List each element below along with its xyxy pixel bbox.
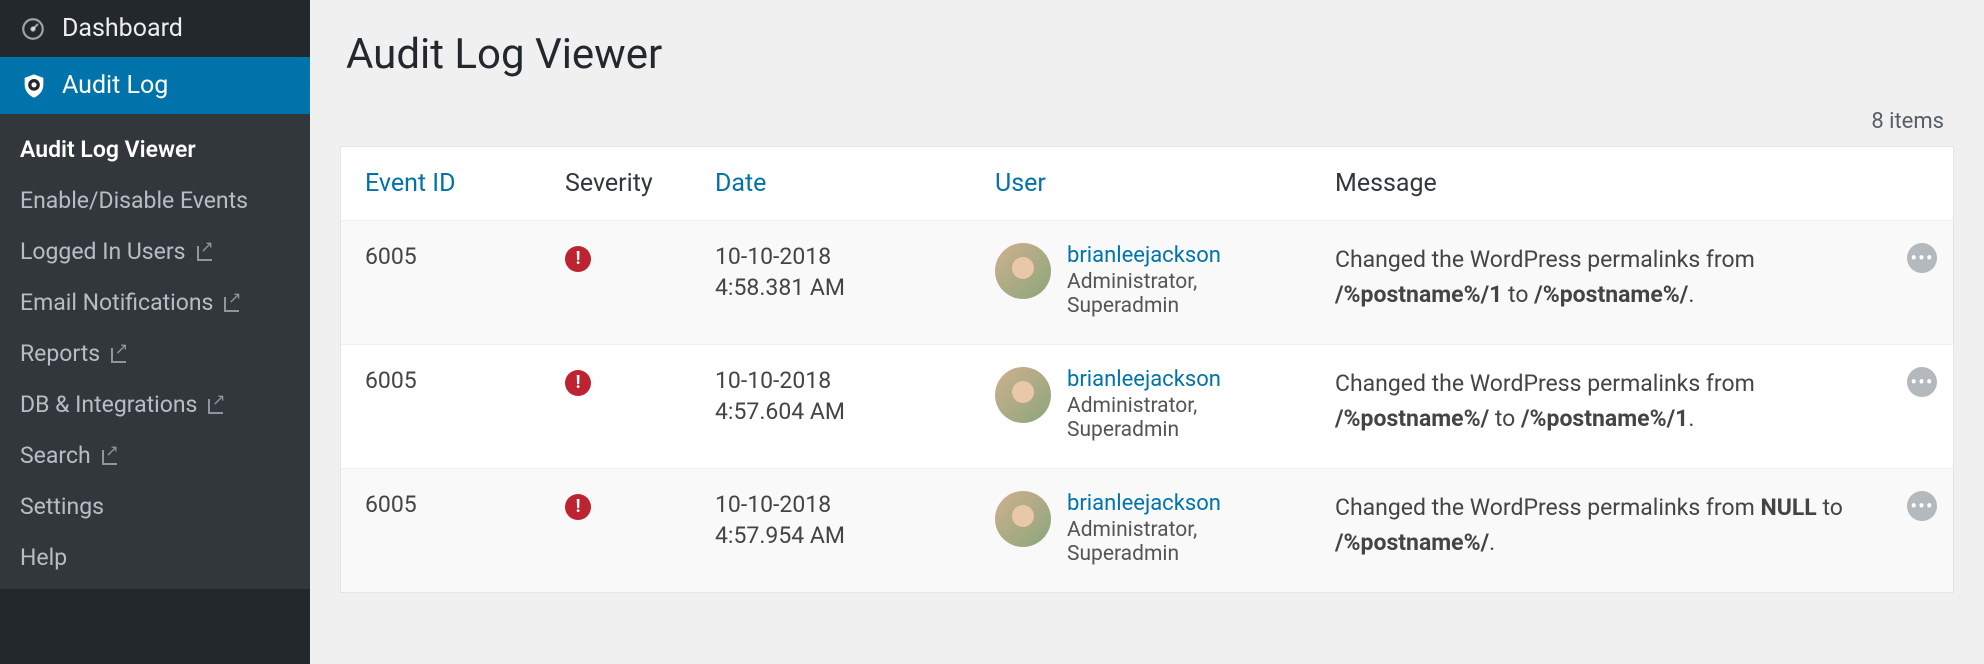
cell-actions: ••• (1883, 363, 1953, 401)
user-name-link[interactable]: brianleejackson (1067, 491, 1287, 516)
user-role: Administrator, Superadmin (1067, 394, 1287, 442)
cell-event-id: 6005 (341, 363, 541, 398)
sidebar-subitem-db-integrations[interactable]: DB & Integrations (0, 379, 310, 430)
sidebar-subitem-label: Settings (20, 493, 104, 520)
cell-user: brianleejacksonAdministrator, Superadmin (971, 363, 1311, 446)
external-link-icon (108, 345, 126, 363)
sidebar-subitem-label: Enable/Disable Events (20, 187, 248, 214)
sidebar-subitem-enable-disable-events[interactable]: Enable/Disable Events (0, 175, 310, 226)
table-row: 6005! 10-10-2018 4:57.954 AM brianleejackso… (341, 468, 1953, 592)
sidebar-subitem-help[interactable]: Help (0, 532, 310, 583)
cell-date: 10-10-2018 4:57.604 AM (691, 363, 971, 429)
cell-severity: ! (541, 363, 691, 400)
cell-user: brianleejacksonAdministrator, Superadmin (971, 487, 1311, 570)
table-header-row: Event ID Severity Date User Message (341, 147, 1953, 220)
user-name-link[interactable]: brianleejackson (1067, 367, 1287, 392)
date-time: 4:57.604 AM (715, 398, 947, 425)
sidebar-subitem-label: Reports (20, 340, 100, 367)
external-link-icon (205, 396, 223, 414)
avatar (995, 367, 1051, 423)
row-more-button[interactable]: ••• (1907, 243, 1937, 273)
main-content: Audit Log Viewer 8 items Event ID Severi… (310, 0, 1984, 664)
row-more-button[interactable]: ••• (1907, 491, 1937, 521)
cell-message: Changed the WordPress permalinks from /%… (1311, 239, 1883, 316)
sidebar-subitem-search[interactable]: Search (0, 430, 310, 481)
col-date[interactable]: Date (691, 163, 971, 204)
sidebar-subitem-audit-log-viewer[interactable]: Audit Log Viewer (0, 124, 310, 175)
auditlog-icon (20, 72, 54, 100)
cell-event-id: 6005 (341, 239, 541, 274)
cell-event-id: 6005 (341, 487, 541, 522)
external-link-icon (194, 243, 212, 261)
date-day: 10-10-2018 (715, 367, 947, 394)
admin-sidebar: Dashboard Audit Log Audit Log Viewer Enab… (0, 0, 310, 664)
row-more-button[interactable]: ••• (1907, 367, 1937, 397)
table-row: 6005! 10-10-2018 4:57.604 AM brianleejackso… (341, 344, 1953, 468)
date-day: 10-10-2018 (715, 243, 947, 270)
sidebar-submenu: Audit Log Viewer Enable/Disable Events Log… (0, 114, 310, 589)
sidebar-subitem-label: Audit Log Viewer (20, 136, 196, 163)
sidebar-subitem-settings[interactable]: Settings (0, 481, 310, 532)
sidebar-item-label: Dashboard (62, 14, 183, 43)
sidebar-subitem-label: Search (20, 442, 91, 469)
user-role: Administrator, Superadmin (1067, 518, 1287, 566)
cell-actions: ••• (1883, 487, 1953, 525)
user-role: Administrator, Superadmin (1067, 270, 1287, 318)
sidebar-subitem-reports[interactable]: Reports (0, 328, 310, 379)
avatar (995, 491, 1051, 547)
date-time: 4:57.954 AM (715, 522, 947, 549)
col-severity: Severity (541, 163, 691, 204)
audit-log-table: Event ID Severity Date User Message 6005… (340, 146, 1954, 593)
cell-message: Changed the WordPress permalinks from NU… (1311, 487, 1883, 564)
col-event-id[interactable]: Event ID (341, 163, 541, 204)
cell-actions: ••• (1883, 239, 1953, 277)
sidebar-subitem-label: DB & Integrations (20, 391, 197, 418)
sidebar-item-dashboard[interactable]: Dashboard (0, 0, 310, 57)
col-message: Message (1311, 163, 1883, 204)
cell-date: 10-10-2018 4:57.954 AM (691, 487, 971, 553)
cell-user: brianleejacksonAdministrator, Superadmin (971, 239, 1311, 322)
cell-severity: ! (541, 239, 691, 276)
severity-critical-icon: ! (565, 494, 591, 520)
sidebar-subitem-email-notifications[interactable]: Email Notifications (0, 277, 310, 328)
items-count: 8 items (340, 109, 1944, 134)
cell-date: 10-10-2018 4:58.381 AM (691, 239, 971, 305)
cell-severity: ! (541, 487, 691, 524)
sidebar-subitem-label: Email Notifications (20, 289, 213, 316)
col-user[interactable]: User (971, 163, 1311, 204)
external-link-icon (99, 447, 117, 465)
avatar (995, 243, 1051, 299)
severity-critical-icon: ! (565, 246, 591, 272)
sidebar-subitem-label: Help (20, 544, 67, 571)
cell-message: Changed the WordPress permalinks from /%… (1311, 363, 1883, 440)
user-name-link[interactable]: brianleejackson (1067, 243, 1287, 268)
sidebar-subitem-label: Logged In Users (20, 238, 186, 265)
table-row: 6005! 10-10-2018 4:58.381 AM brianleejackso… (341, 220, 1953, 344)
sidebar-subitem-logged-in-users[interactable]: Logged In Users (0, 226, 310, 277)
external-link-icon (221, 294, 239, 312)
sidebar-item-audit-log[interactable]: Audit Log (0, 57, 310, 114)
date-day: 10-10-2018 (715, 491, 947, 518)
severity-critical-icon: ! (565, 370, 591, 396)
dashboard-icon (20, 16, 54, 42)
sidebar-item-label: Audit Log (62, 71, 168, 100)
date-time: 4:58.381 AM (715, 274, 947, 301)
page-title: Audit Log Viewer (346, 30, 1954, 79)
col-actions (1883, 163, 1953, 175)
